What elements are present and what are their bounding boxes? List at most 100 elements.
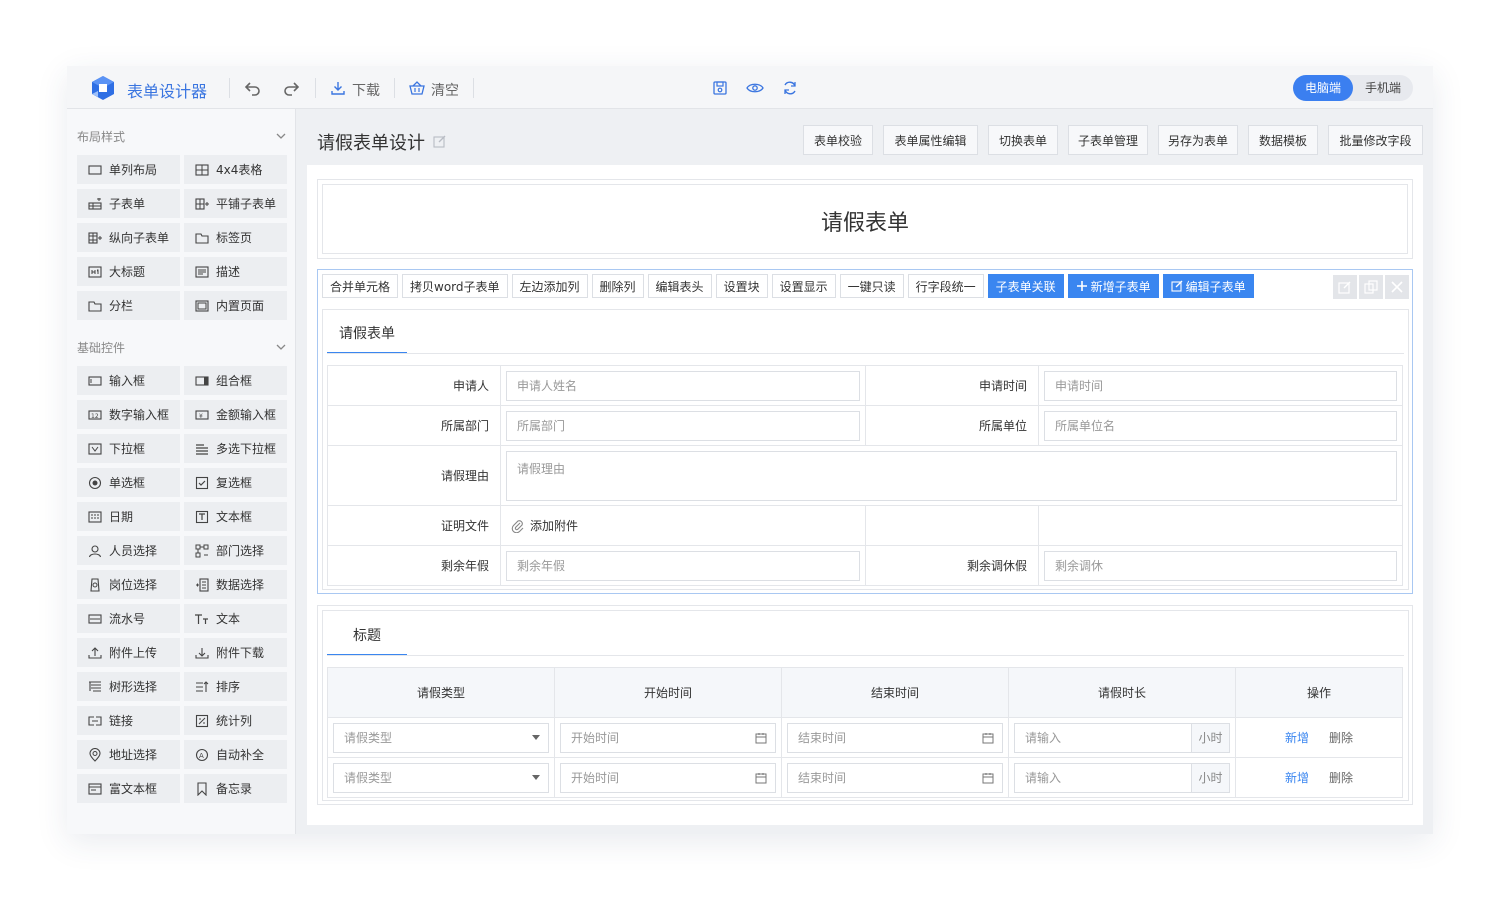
undo-icon[interactable] [243,78,263,98]
save-as-form-button[interactable]: 另存为表单 [1158,125,1238,155]
form-header-block[interactable]: 请假表单 [317,179,1413,259]
unit-input[interactable]: 所属单位名 [1044,410,1397,441]
comp-vertical-subform[interactable]: 纵向子表单 [77,223,180,252]
row-add-link[interactable]: 新增 [1285,769,1309,786]
leave-type-select[interactable]: 请假类型 [333,762,549,793]
desktop-toggle[interactable]: 电脑端 [1293,75,1353,101]
readonly-all-button[interactable]: 一键只读 [839,274,904,298]
block-copy-icon[interactable] [1359,275,1383,299]
clear-basket-icon[interactable] [407,78,427,98]
chevron-down-icon[interactable] [275,130,287,142]
dept-input[interactable]: 所属部门 [506,410,860,441]
comp-leave-input[interactable]: 剩余调休 [1044,550,1397,581]
comp-address-select[interactable]: 地址选择 [77,740,180,769]
download-icon[interactable] [328,78,348,98]
comp-user-select[interactable]: 人员选择 [77,536,180,565]
comp-multi-dropdown[interactable]: 多选下拉框 [184,434,287,463]
annual-leave-input[interactable]: 剩余年假 [506,550,860,581]
applicant-input[interactable]: 申请人姓名 [506,370,860,401]
comp-embedded-page[interactable]: 内置页面 [184,291,287,320]
download-button[interactable]: 下载 [352,80,380,100]
selected-form-block[interactable]: 合并单元格 拷贝word子表单 左边添加列 删除列 编辑表头 设置块 设置显示 … [317,269,1413,594]
comp-subform[interactable]: 子表单 [77,189,180,218]
comp-tabs[interactable]: 标签页 [184,223,287,252]
comp-post-select[interactable]: 岗位选择 [77,570,180,599]
edit-subform-button[interactable]: 编辑子表单 [1162,274,1254,298]
device-toggle[interactable]: 电脑端 手机端 [1293,75,1413,101]
comp-dropdown[interactable]: 下拉框 [77,434,180,463]
comp-link[interactable]: 链接 [77,706,180,735]
comp-download[interactable]: 附件下载 [184,638,287,667]
refresh-icon[interactable] [780,78,800,98]
bulk-edit-fields-button[interactable]: 批量修改字段 [1328,125,1423,155]
start-time-picker[interactable]: 开始时间 [560,762,776,793]
form-props-button[interactable]: 表单属性编辑 [883,125,978,155]
form-title[interactable]: 请假表单 [323,205,1407,237]
comp-sort[interactable]: 排序 [184,672,287,701]
comp-upload[interactable]: 附件上传 [77,638,180,667]
comp-flat-subform[interactable]: 平铺子表单 [184,189,287,218]
layout-section-header[interactable]: 布局样式 [77,128,287,148]
comp-checkbox[interactable]: 复选框 [184,468,287,497]
delete-column-button[interactable]: 删除列 [591,274,644,298]
duration-input[interactable]: 请输入 小时 [1014,762,1230,793]
duration-input[interactable]: 请输入 小时 [1014,722,1230,753]
comp-autocomplete[interactable]: A 自动补全 [184,740,287,769]
apply-time-input[interactable]: 申请时间 [1044,370,1397,401]
comp-rich-text[interactable]: 富文本框 [77,774,180,803]
unify-row-fields-button[interactable]: 行字段统一 [907,274,984,298]
mobile-toggle[interactable]: 手机端 [1353,75,1413,101]
comp-radio[interactable]: 单选框 [77,468,180,497]
comp-textbox[interactable]: 文本框 [184,502,287,531]
comp-dept-select[interactable]: 部门选择 [184,536,287,565]
tab-leave-form[interactable]: 请假表单 [327,314,407,354]
add-left-column-button[interactable]: 左边添加列 [511,274,588,298]
comp-data-select[interactable]: 数据选择 [184,570,287,599]
clear-button[interactable]: 清空 [431,80,459,100]
comp-tree-select[interactable]: 树形选择 [77,672,180,701]
comp-description[interactable]: 描述 [184,257,287,286]
add-attachment-button[interactable]: 添加附件 [506,517,860,534]
tab-title[interactable]: 标题 [327,616,407,656]
comp-input[interactable]: 输入框 [77,366,180,395]
set-display-button[interactable]: 设置显示 [771,274,836,298]
reason-textarea[interactable]: 请假理由 [506,450,1397,501]
subform-manage-button[interactable]: 子表单管理 [1068,125,1148,155]
chevron-down-icon[interactable] [275,341,287,353]
comp-columns[interactable]: 分栏 [77,291,180,320]
end-time-picker[interactable]: 结束时间 [787,722,1003,753]
copy-word-subform-button[interactable]: 拷贝word子表单 [402,274,508,298]
comp-combo[interactable]: 组合框 [184,366,287,395]
comp-big-title[interactable]: 大标题 [77,257,180,286]
block-close-icon[interactable] [1385,275,1409,299]
add-subform-button[interactable]: 新增子表单 [1067,274,1159,298]
save-icon[interactable] [710,78,730,98]
switch-form-button[interactable]: 切换表单 [988,125,1058,155]
leave-type-select[interactable]: 请假类型 [333,722,549,753]
form-validate-button[interactable]: 表单校验 [803,125,873,155]
subform-link-button[interactable]: 子表单关联 [987,274,1064,298]
comp-amount-input[interactable]: ¥ 金额输入框 [184,400,287,429]
comp-serial-number[interactable]: 流水号 [77,604,180,633]
data-template-button[interactable]: 数据模板 [1248,125,1318,155]
comp-date[interactable]: 日期 [77,502,180,531]
subform-block[interactable]: 标题 请假类型 开始时间 结束时间 请假时长 操作 请假类型 开始时间 结束时间… [317,605,1413,805]
comp-memo[interactable]: 备忘录 [184,774,287,803]
start-time-picker[interactable]: 开始时间 [560,722,776,753]
comp-text[interactable]: 文本 [184,604,287,633]
end-time-picker[interactable]: 结束时间 [787,762,1003,793]
basic-section-header[interactable]: 基础控件 [77,339,287,359]
row-delete-link[interactable]: 删除 [1329,729,1353,746]
block-edit-icon[interactable] [1333,275,1357,299]
row-delete-link[interactable]: 删除 [1329,769,1353,786]
edit-title-icon[interactable] [433,134,447,148]
comp-table-4x4[interactable]: 4x4表格 [184,155,287,184]
edit-header-button[interactable]: 编辑表头 [647,274,712,298]
preview-eye-icon[interactable] [745,78,765,98]
redo-icon[interactable] [281,78,301,98]
comp-stat-column[interactable]: 统计列 [184,706,287,735]
merge-cells-button[interactable]: 合并单元格 [322,274,399,298]
comp-number-input[interactable]: 12 数字输入框 [77,400,180,429]
comp-single-column[interactable]: 单列布局 [77,155,180,184]
row-add-link[interactable]: 新增 [1285,729,1309,746]
